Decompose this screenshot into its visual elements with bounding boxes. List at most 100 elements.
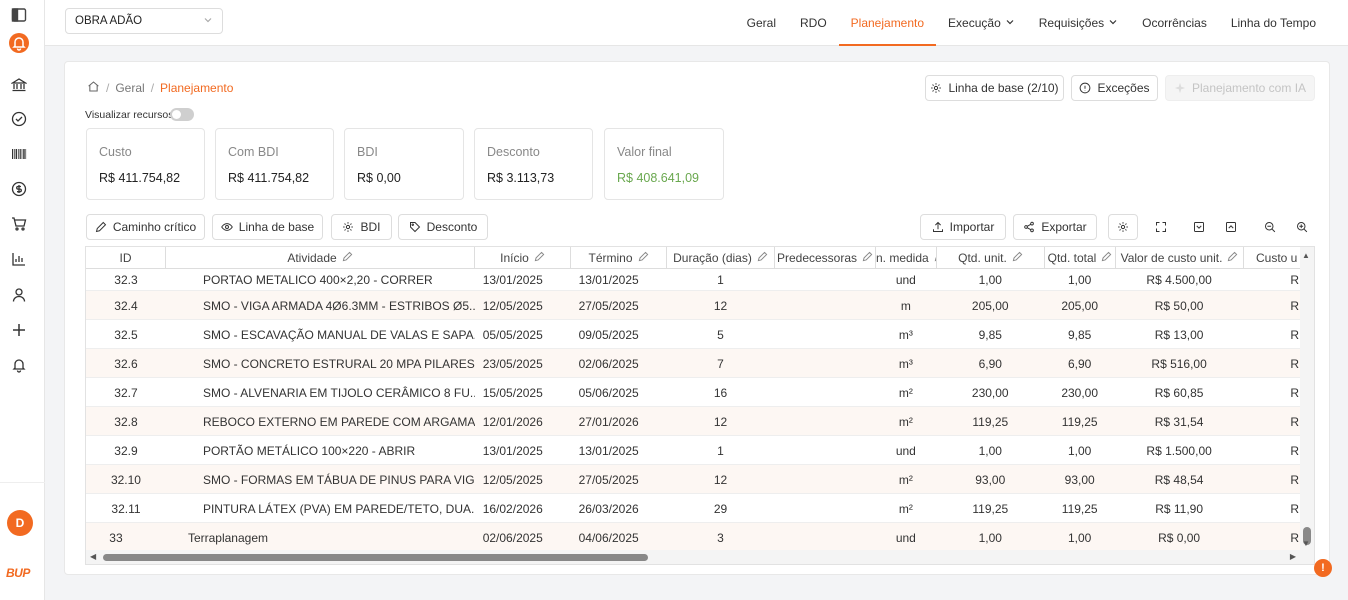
table-cell[interactable]: R$ 13,00	[1115, 320, 1243, 349]
table-cell[interactable]: 32.7	[86, 378, 166, 407]
table-cell[interactable]: R$ 11,90	[1115, 494, 1243, 523]
scroll-up-icon[interactable]: ▲	[1302, 251, 1310, 260]
table-cell[interactable]: PINTURA LÁTEX (PVA) EM PAREDE/TETO, DUA.…	[166, 494, 475, 523]
table-cell[interactable]: 13/01/2025	[475, 436, 571, 465]
bank-icon[interactable]	[9, 75, 29, 95]
import-button[interactable]: Importar	[920, 214, 1006, 240]
table-cell[interactable]: SMO - FORMAS EM TÁBUA DE PINUS PARA VIG.…	[166, 465, 475, 494]
table-cell[interactable]	[774, 320, 875, 349]
table-cell[interactable]: 05/05/2025	[475, 320, 571, 349]
table-cell[interactable]: 09/05/2025	[571, 320, 667, 349]
collapse-all-button[interactable]	[1218, 214, 1244, 240]
column-header-4[interactable]: Duração (dias)	[667, 247, 775, 269]
table-cell[interactable]: SMO - ESCAVAÇÃO MANUAL DE VALAS E SAPA..…	[166, 320, 475, 349]
table-cell[interactable]: R	[1243, 436, 1301, 465]
horizontal-scroll-thumb[interactable]	[103, 554, 648, 561]
table-cell[interactable]: 93,00	[1044, 465, 1115, 494]
nav-item-4[interactable]: Requisições	[1027, 0, 1130, 46]
table-cell[interactable]: und	[875, 436, 936, 465]
table-row[interactable]: 32.8 REBOCO EXTERNO EM PAREDE COM ARGAMA.…	[86, 407, 1301, 436]
table-row[interactable]: 32.3 PORTAO METALICO 400×2,20 - CORRER 13/…	[86, 269, 1301, 291]
table-cell[interactable]: R	[1243, 269, 1301, 291]
nav-item-5[interactable]: Ocorrências	[1130, 0, 1219, 46]
table-cell[interactable]: m³	[875, 320, 936, 349]
critical-path-button[interactable]: Caminho crítico	[86, 214, 205, 240]
zoom-out-button[interactable]	[1257, 214, 1283, 240]
table-cell[interactable]: 13/01/2025	[571, 436, 667, 465]
table-cell[interactable]: 32.3	[86, 269, 166, 291]
table-cell[interactable]: 32.5	[86, 320, 166, 349]
user-avatar[interactable]: D	[7, 510, 33, 536]
resources-toggle[interactable]	[170, 108, 194, 121]
table-cell[interactable]: R	[1243, 291, 1301, 320]
nav-item-1[interactable]: RDO	[788, 0, 839, 46]
table-cell[interactable]: 02/06/2025	[475, 523, 571, 552]
expand-all-button[interactable]	[1186, 214, 1212, 240]
table-cell[interactable]: 1	[667, 436, 775, 465]
table-row[interactable]: 32.7 SMO - ALVENARIA EM TIJOLO CERÂMICO 8…	[86, 378, 1301, 407]
table-cell[interactable]	[774, 436, 875, 465]
table-cell[interactable]: R	[1243, 465, 1301, 494]
exceptions-button[interactable]: Exceções	[1071, 75, 1158, 101]
export-button[interactable]: Exportar	[1013, 214, 1097, 240]
nav-item-0[interactable]: Geral	[735, 0, 788, 46]
scroll-left-icon[interactable]: ◀	[90, 552, 96, 561]
table-cell[interactable]: PORTÃO METÁLICO 100×220 - ABRIR	[166, 436, 475, 465]
table-cell[interactable]: 9,85	[936, 320, 1044, 349]
table-cell[interactable]: 119,25	[936, 407, 1044, 436]
table-cell[interactable]: R$ 48,54	[1115, 465, 1243, 494]
table-cell[interactable]: 12	[667, 407, 775, 436]
column-header-10[interactable]: Custo u	[1244, 247, 1302, 269]
column-header-0[interactable]: ID	[86, 247, 166, 269]
vertical-scrollbar[interactable]: ▲ ▼	[1300, 247, 1314, 552]
table-cell[interactable]: 230,00	[1044, 378, 1115, 407]
scroll-down-icon[interactable]: ▼	[1302, 539, 1310, 548]
table-cell[interactable]: 1,00	[936, 436, 1044, 465]
table-cell[interactable]: 27/05/2025	[571, 291, 667, 320]
table-cell[interactable]: 27/01/2026	[571, 407, 667, 436]
table-cell[interactable]: R$ 50,00	[1115, 291, 1243, 320]
discount-button[interactable]: Desconto	[398, 214, 488, 240]
nav-item-6[interactable]: Linha do Tempo	[1219, 0, 1328, 46]
fullscreen-button[interactable]	[1147, 214, 1175, 240]
table-cell[interactable]: PORTAO METALICO 400×2,20 - CORRER	[166, 269, 475, 291]
user-icon[interactable]	[9, 285, 29, 305]
table-row[interactable]: 32.11 PINTURA LÁTEX (PVA) EM PAREDE/TETO,…	[86, 494, 1301, 523]
table-cell[interactable]: R	[1243, 378, 1301, 407]
column-header-7[interactable]: Qtd. unit.	[937, 247, 1045, 269]
table-cell[interactable]: 16	[667, 378, 775, 407]
table-cell[interactable]: 04/06/2025	[571, 523, 667, 552]
table-cell[interactable]: R$ 516,00	[1115, 349, 1243, 378]
table-cell[interactable]: 02/06/2025	[571, 349, 667, 378]
zoom-in-button[interactable]	[1289, 214, 1315, 240]
table-cell[interactable]: m²	[875, 378, 936, 407]
table-row[interactable]: 32.5 SMO - ESCAVAÇÃO MANUAL DE VALAS E SA…	[86, 320, 1301, 349]
help-chat-icon[interactable]: !	[1314, 559, 1332, 577]
table-cell[interactable]: 32.8	[86, 407, 166, 436]
grid-settings-button[interactable]	[1108, 214, 1138, 240]
baseline-button[interactable]: Linha de base	[212, 214, 323, 240]
table-cell[interactable]: 1,00	[936, 523, 1044, 552]
table-cell[interactable]: 7	[667, 349, 775, 378]
table-cell[interactable]: 3	[667, 523, 775, 552]
table-cell[interactable]: 26/03/2026	[571, 494, 667, 523]
table-cell[interactable]: 32.6	[86, 349, 166, 378]
table-cell[interactable]: 32.4	[86, 291, 166, 320]
check-circle-icon[interactable]	[9, 109, 29, 129]
breadcrumb-geral[interactable]: Geral	[115, 81, 144, 95]
bdi-button[interactable]: BDI	[331, 214, 392, 240]
table-cell[interactable]: 230,00	[936, 378, 1044, 407]
table-cell[interactable]: R	[1243, 349, 1301, 378]
baseline-versions-button[interactable]: Linha de base (2/10)	[925, 75, 1064, 101]
cart-icon[interactable]	[9, 214, 29, 234]
table-cell[interactable]: R$ 60,85	[1115, 378, 1243, 407]
table-cell[interactable]: SMO - CONCRETO ESTRURAL 20 MPA PILARES..…	[166, 349, 475, 378]
table-cell[interactable]: 33	[86, 523, 166, 552]
table-cell[interactable]: und	[875, 523, 936, 552]
table-row[interactable]: 32.9 PORTÃO METÁLICO 100×220 - ABRIR 13/01…	[86, 436, 1301, 465]
table-cell[interactable]	[774, 523, 875, 552]
table-row[interactable]: 32.4 SMO - VIGA ARMADA 4Ø6.3MM - ESTRIBOS…	[86, 291, 1301, 320]
project-select[interactable]: OBRA ADÃO	[65, 8, 223, 34]
table-cell[interactable]: 13/01/2025	[571, 269, 667, 291]
table-cell[interactable]: R	[1243, 320, 1301, 349]
